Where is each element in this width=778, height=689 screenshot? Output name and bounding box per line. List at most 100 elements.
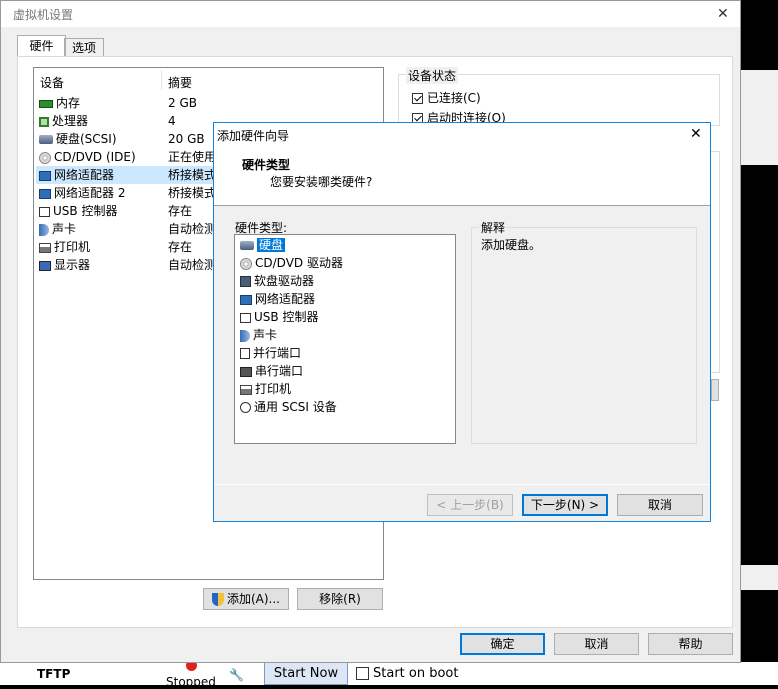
memory-icon bbox=[39, 99, 53, 108]
wizard-heading: 硬件类型 bbox=[242, 158, 291, 172]
hard-disk-icon bbox=[39, 135, 53, 144]
checkbox-icon[interactable] bbox=[356, 667, 369, 680]
hardware-type-item[interactable]: 通用 SCSI 设备 bbox=[240, 398, 337, 416]
wrench-icon[interactable]: 🔧 bbox=[229, 668, 244, 682]
serial-port-icon bbox=[240, 366, 252, 377]
hardware-type-item[interactable]: 网络适配器 bbox=[240, 290, 315, 308]
device-name-text: 网络适配器 bbox=[54, 168, 115, 182]
sound-card-icon bbox=[240, 329, 250, 342]
background-right-strip bbox=[740, 70, 778, 165]
remove-button[interactable]: 移除(R) bbox=[297, 588, 383, 610]
usb-icon bbox=[39, 206, 50, 217]
hardware-type-item[interactable]: CD/DVD 驱动器 bbox=[240, 254, 343, 272]
hardware-type-item[interactable]: 软盘驱动器 bbox=[240, 272, 314, 290]
device-name-text: 硬盘(SCSI) bbox=[56, 132, 117, 146]
network-adapter-icon bbox=[39, 170, 51, 181]
device-name: 显示器 bbox=[39, 256, 90, 274]
display-icon bbox=[39, 260, 51, 271]
device-name-text: 声卡 bbox=[52, 222, 77, 236]
hardware-type-label: 打印机 bbox=[255, 382, 292, 396]
explain-group bbox=[471, 227, 697, 444]
device-name: 网络适配器 2 bbox=[39, 184, 125, 202]
wizard-divider bbox=[214, 484, 710, 485]
device-name: 网络适配器 bbox=[39, 166, 114, 184]
dialog-title: 虚拟机设置 bbox=[13, 8, 74, 22]
hardware-type-item[interactable]: 并行端口 bbox=[240, 344, 301, 362]
hard-disk-icon bbox=[240, 241, 254, 250]
close-icon[interactable]: ✕ bbox=[717, 6, 729, 22]
hardware-type-label: 软盘驱动器 bbox=[254, 274, 315, 288]
device-name-text: 打印机 bbox=[54, 240, 91, 254]
wizard-subheading: 您要安装哪类硬件? bbox=[270, 175, 373, 189]
close-icon[interactable]: ✕ bbox=[690, 126, 702, 142]
start-now-button[interactable]: Start Now bbox=[264, 662, 348, 685]
wizard-cancel-button[interactable]: 取消 bbox=[617, 494, 703, 516]
stopped-label: Stopped bbox=[166, 675, 216, 689]
device-name-text: CD/DVD (IDE) bbox=[54, 150, 136, 164]
device-summary: 正在使用 bbox=[168, 150, 217, 164]
network-adapter-icon bbox=[39, 188, 51, 199]
device-name-text: 处理器 bbox=[52, 114, 89, 128]
scsi-icon bbox=[240, 402, 251, 413]
ok-button[interactable]: 确定 bbox=[460, 633, 545, 655]
back-button[interactable]: < 上一步(B) bbox=[427, 494, 513, 516]
device-name: USB 控制器 bbox=[39, 202, 117, 220]
hardware-type-item[interactable]: 硬盘 bbox=[240, 236, 286, 254]
device-name: 打印机 bbox=[39, 238, 90, 256]
tab-options[interactable]: 选项 bbox=[64, 38, 104, 58]
printer-icon bbox=[39, 242, 51, 253]
start-on-boot-label: Start on boot bbox=[373, 666, 459, 681]
hardware-type-list[interactable]: 硬盘 CD/DVD 驱动器 软盘驱动器网络适配器 USB 控制器 声卡并行端口串行端口打… bbox=[234, 234, 456, 444]
start-on-boot-checkbox[interactable]: Start on boot bbox=[356, 666, 458, 681]
device-status-label: 设备状态 bbox=[406, 67, 459, 84]
hardware-type-item[interactable]: 打印机 bbox=[240, 380, 291, 398]
shield-icon bbox=[211, 593, 224, 606]
device-name-text: 网络适配器 2 bbox=[54, 186, 126, 200]
device-summary: 桥接模式 bbox=[168, 168, 217, 182]
tab-label: 选项 bbox=[71, 41, 96, 55]
hardware-type-label: 通用 SCSI 设备 bbox=[254, 400, 337, 414]
device-row[interactable]: 内存 2 GB bbox=[36, 94, 381, 112]
hardware-type-label: 声卡 bbox=[253, 328, 278, 342]
hardware-type-label: 串行端口 bbox=[255, 364, 304, 378]
device-summary: 存在 bbox=[168, 240, 193, 254]
summary-column-header[interactable]: 摘要 bbox=[168, 74, 192, 91]
device-name: 内存 bbox=[39, 94, 80, 112]
device-name-text: 显示器 bbox=[54, 258, 91, 272]
hardware-type-label: 硬盘 bbox=[257, 238, 286, 252]
cd-dvd-icon bbox=[39, 151, 51, 164]
wizard-title: 添加硬件向导 bbox=[217, 129, 290, 143]
checkbox-icon[interactable] bbox=[412, 93, 423, 104]
device-name: 处理器 bbox=[39, 112, 88, 130]
connected-label: 已连接(C) bbox=[427, 91, 481, 105]
connected-checkbox[interactable]: 已连接(C) bbox=[412, 89, 481, 106]
device-summary: 自动检测 bbox=[168, 222, 217, 236]
next-button[interactable]: 下一步(N) > bbox=[522, 494, 608, 516]
cd-dvd-icon bbox=[240, 257, 252, 270]
hardware-type-label: 网络适配器 bbox=[255, 292, 316, 306]
device-summary: 桥接模式 bbox=[168, 186, 217, 200]
sound-card-icon bbox=[39, 223, 49, 236]
floppy-icon bbox=[240, 276, 251, 287]
device-name: CD/DVD (IDE) bbox=[39, 148, 136, 166]
hardware-type-item[interactable]: 声卡 bbox=[240, 326, 277, 344]
hardware-type-item[interactable]: USB 控制器 bbox=[240, 308, 318, 326]
hardware-type-label: CD/DVD 驱动器 bbox=[255, 256, 343, 270]
device-summary: 存在 bbox=[168, 204, 193, 218]
right-panel-button[interactable] bbox=[711, 379, 719, 401]
hardware-type-label: USB 控制器 bbox=[254, 310, 319, 324]
header-divider bbox=[161, 70, 162, 90]
device-summary: 20 GB bbox=[168, 132, 205, 146]
add-button[interactable]: 添加(A)... bbox=[203, 588, 289, 610]
title-bar bbox=[1, 1, 740, 27]
tab-hardware[interactable]: 硬件 bbox=[17, 35, 66, 58]
add-button-label: 添加(A)... bbox=[226, 592, 281, 606]
help-button[interactable]: 帮助 bbox=[648, 633, 733, 655]
hardware-type-label: 并行端口 bbox=[253, 346, 302, 360]
explain-text: 添加硬盘。 bbox=[481, 238, 542, 252]
usb-icon bbox=[240, 312, 251, 323]
device-summary: 4 bbox=[168, 114, 176, 128]
device-column-header[interactable]: 设备 bbox=[40, 74, 64, 91]
hardware-type-item[interactable]: 串行端口 bbox=[240, 362, 303, 380]
cancel-button[interactable]: 取消 bbox=[554, 633, 639, 655]
